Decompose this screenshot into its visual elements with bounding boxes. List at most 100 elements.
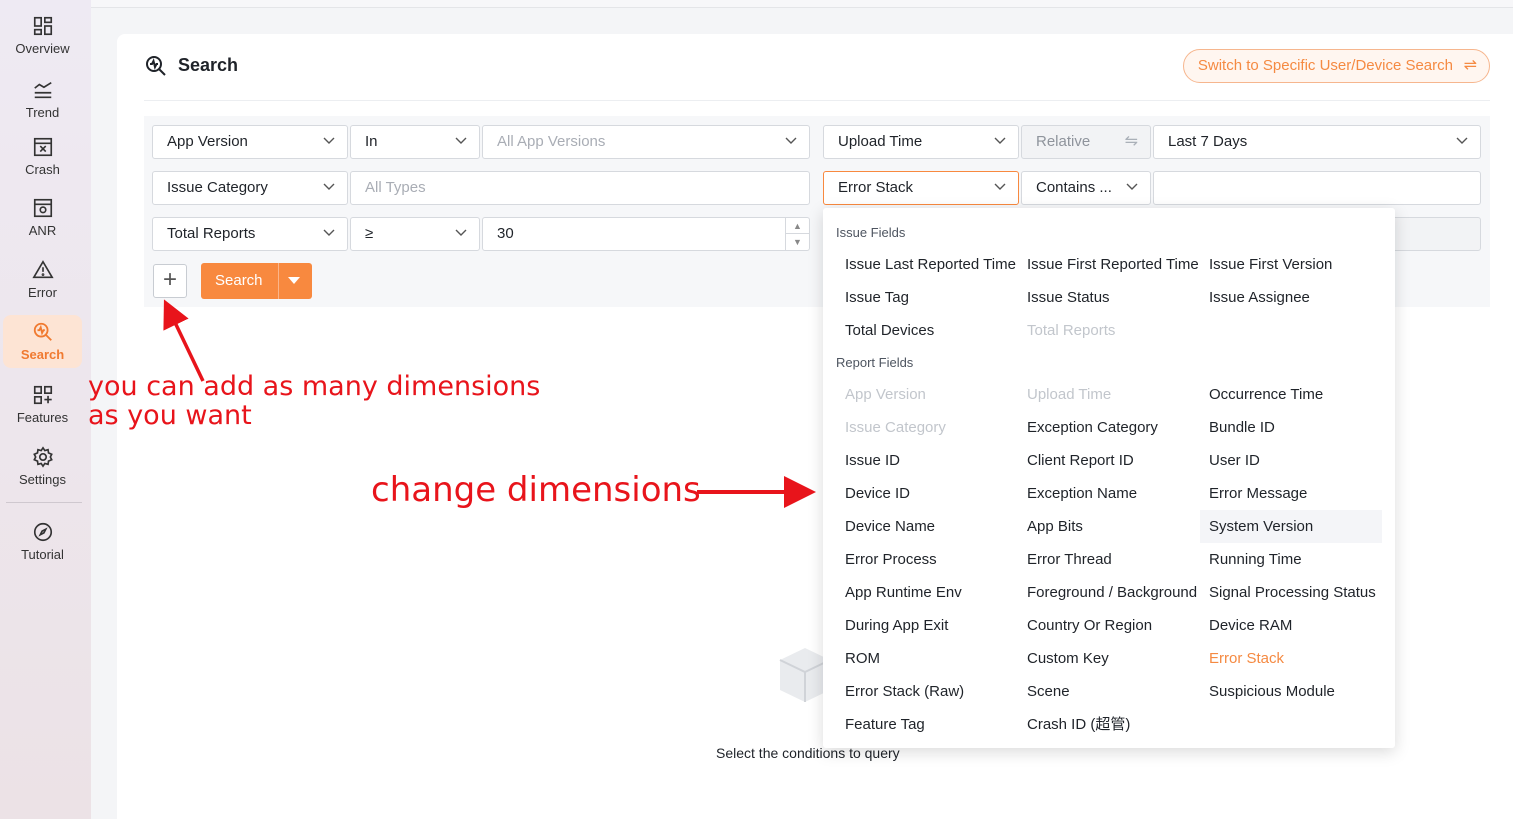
chevron-down-icon	[994, 183, 1006, 190]
time-mode-toggle[interactable]: Relative ⇋	[1021, 125, 1151, 159]
swap-icon: ⇌	[1463, 57, 1477, 74]
split-divider	[278, 263, 279, 299]
option-scene[interactable]: Scene	[1005, 675, 1187, 708]
option-issue-category: Issue Category	[845, 419, 946, 436]
option-country-or-region[interactable]: Country Or Region	[1005, 609, 1187, 642]
option-issue-first-reported-time[interactable]: Issue First Reported Time	[1005, 248, 1199, 281]
nav-label: Tutorial	[21, 546, 64, 562]
nav-label: Features	[16, 409, 69, 425]
dimension-label: App Version	[167, 133, 248, 150]
nav-trend[interactable]: Trend	[3, 72, 82, 126]
chevron-down-icon	[1126, 183, 1138, 190]
stepper-up-icon[interactable]: ▲	[786, 218, 809, 234]
dimension-label: Issue Category	[167, 179, 268, 196]
option-app-runtime-env[interactable]: App Runtime Env	[823, 576, 1005, 609]
chevron-down-icon	[455, 137, 467, 144]
option-total-devices[interactable]: Total Devices	[823, 314, 1005, 347]
option-during-app-exit[interactable]: During App Exit	[823, 609, 1005, 642]
option-device-id[interactable]: Device ID	[823, 477, 1005, 510]
option-exception-category[interactable]: Exception Category	[1005, 411, 1187, 444]
annotation-change-dimensions: change dimensions	[371, 470, 701, 510]
mode-label: Relative	[1036, 133, 1091, 150]
swap-icon: ⇋	[1124, 133, 1138, 150]
number-stepper[interactable]: ▲ ▼	[785, 218, 809, 250]
dimension-select-total-reports[interactable]: Total Reports	[152, 217, 348, 251]
dimension-label: Error Stack	[838, 179, 914, 196]
dimension-label: Total Reports	[167, 225, 256, 242]
total-reports-input[interactable]: 30 ▲ ▼	[482, 217, 810, 251]
option-device-ram[interactable]: Device RAM	[1187, 609, 1369, 642]
nav-label: Trend	[25, 104, 60, 120]
nav-crash[interactable]: Crash	[3, 129, 82, 183]
error-stack-input[interactable]	[1153, 171, 1481, 205]
option-rom[interactable]: ROM	[823, 642, 1005, 675]
operator-label: In	[365, 133, 378, 150]
operator-select-in[interactable]: In	[350, 125, 480, 159]
option-exception-name[interactable]: Exception Name	[1005, 477, 1187, 510]
option-crash-id[interactable]: Crash ID (超管)	[1005, 708, 1187, 741]
dimension-select-upload-time[interactable]: Upload Time	[823, 125, 1019, 159]
sidebar: Overview Trend Crash ANR Error Search Fe…	[0, 0, 91, 819]
dimension-select-issue-category[interactable]: Issue Category	[152, 171, 348, 205]
card-header: Search Switch to Specific User/Device Se…	[144, 34, 1490, 101]
chevron-down-icon	[323, 137, 335, 144]
chevron-down-icon	[323, 229, 335, 236]
option-device-name[interactable]: Device Name	[823, 510, 1005, 543]
option-error-stack-raw[interactable]: Error Stack (Raw)	[823, 675, 1005, 708]
search-button[interactable]: Search	[201, 263, 312, 299]
option-user-id[interactable]: User ID	[1187, 444, 1369, 477]
option-running-time[interactable]: Running Time	[1187, 543, 1369, 576]
option-custom-key[interactable]: Custom Key	[1005, 642, 1187, 675]
option-error-stack[interactable]: Error Stack	[1187, 642, 1369, 675]
option-system-version[interactable]: System Version	[1200, 510, 1382, 543]
option-bundle-id[interactable]: Bundle ID	[1187, 411, 1369, 444]
option-app-bits[interactable]: App Bits	[1005, 510, 1187, 543]
features-icon	[33, 385, 52, 404]
option-error-message[interactable]: Error Message	[1187, 477, 1369, 510]
option-issue-first-version[interactable]: Issue First Version	[1187, 248, 1369, 281]
group-label-report-fields: Report Fields	[836, 355, 914, 370]
switch-search-mode-button[interactable]: Switch to Specific User/Device Search ⇌	[1182, 49, 1490, 83]
range-label: Last 7 Days	[1168, 133, 1248, 150]
chevron-down-icon	[323, 183, 335, 190]
option-issue-last-reported-time[interactable]: Issue Last Reported Time	[823, 248, 1016, 281]
dimension-label: Upload Time	[838, 133, 923, 150]
chevron-down-icon	[785, 137, 797, 144]
option-error-process[interactable]: Error Process	[823, 543, 1005, 576]
option-feature-tag[interactable]: Feature Tag	[823, 708, 1005, 741]
option-issue-assignee[interactable]: Issue Assignee	[1187, 281, 1369, 314]
dimension-select-error-stack[interactable]: Error Stack	[823, 171, 1019, 205]
dimension-select-app-version[interactable]: App Version	[152, 125, 348, 159]
time-range-select[interactable]: Last 7 Days	[1153, 125, 1481, 159]
option-total-reports: Total Reports	[1027, 322, 1116, 339]
stepper-down-icon[interactable]: ▼	[786, 234, 809, 250]
option-suspicious-module[interactable]: Suspicious Module	[1187, 675, 1369, 708]
caret-down-icon[interactable]	[288, 277, 300, 284]
operator-select-contains[interactable]: Contains ...	[1021, 171, 1151, 205]
nav-label: Settings	[19, 471, 66, 487]
annotation-line: you can add as many dimensions	[88, 371, 541, 402]
app-versions-select[interactable]: All App Versions	[482, 125, 810, 159]
overview-icon	[33, 16, 52, 35]
option-issue-id[interactable]: Issue ID	[823, 444, 1005, 477]
option-client-report-id[interactable]: Client Report ID	[1005, 444, 1187, 477]
option-issue-status[interactable]: Issue Status	[1005, 281, 1187, 314]
nav-settings[interactable]: Settings	[3, 439, 82, 493]
operator-label: ≥	[365, 225, 374, 242]
nav-tutorial[interactable]: Tutorial	[3, 514, 82, 568]
nav-anr[interactable]: ANR	[3, 190, 82, 244]
option-error-thread[interactable]: Error Thread	[1005, 543, 1187, 576]
nav-overview[interactable]: Overview	[3, 8, 82, 62]
option-signal-processing-status[interactable]: Signal Processing Status	[1187, 576, 1376, 609]
option-issue-tag[interactable]: Issue Tag	[823, 281, 1005, 314]
nav-error[interactable]: Error	[3, 252, 82, 306]
option-foreground-background[interactable]: Foreground / Background	[1005, 576, 1197, 609]
operator-label: Contains ...	[1036, 179, 1112, 196]
nav-features[interactable]: Features	[3, 377, 82, 431]
issue-types-select[interactable]: All Types	[350, 171, 810, 205]
operator-select-gte[interactable]: ≥	[350, 217, 480, 251]
add-dimension-button[interactable]: +	[153, 264, 187, 298]
option-occurrence-time[interactable]: Occurrence Time	[1187, 378, 1369, 411]
nav-search[interactable]: Search	[3, 315, 82, 368]
crash-icon	[33, 137, 52, 156]
